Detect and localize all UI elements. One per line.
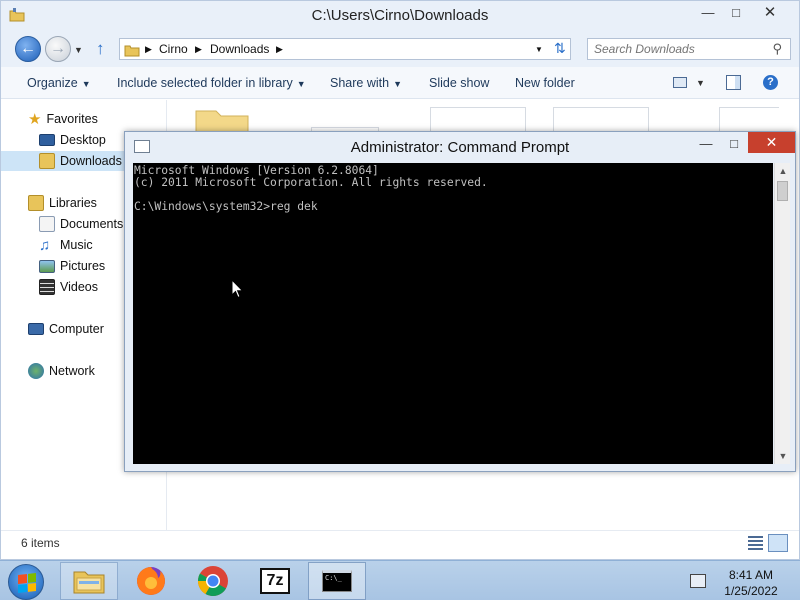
chevron-right-icon: ▶ [145,44,152,54]
chevron-down-icon: ▼ [81,79,91,89]
organize-label: Organize [27,76,78,90]
taskbar-7zip[interactable]: 7z [246,562,304,600]
search-input[interactable] [588,39,768,59]
documents-icon [39,216,55,232]
chevron-right-icon: ▶ [195,44,202,54]
maximize-button[interactable]: □ [721,1,751,23]
status-bar: 6 items [1,530,799,555]
cmd-maximize-button[interactable]: □ [719,132,749,154]
command-prompt-icon: C:\_ [322,570,352,592]
taskbar-chrome[interactable] [184,562,242,600]
folder-thumbnail[interactable] [194,105,250,134]
refresh-icon[interactable]: ⇅ [554,40,566,57]
7zip-icon-label: 7z [266,572,284,589]
computer-icon [28,323,44,335]
start-button[interactable] [8,564,44,600]
address-box[interactable]: ▶ Cirno ▶ Downloads ▶ ▼ ⇅ [119,38,571,60]
nav-downloads-label: Downloads [60,154,122,168]
breadcrumb-downloads[interactable]: Downloads [210,42,269,56]
help-icon[interactable]: ? [763,75,778,90]
include-library-label: Include selected folder in library [117,76,293,90]
nav-videos-label: Videos [60,280,98,294]
folder-icon [124,42,140,61]
breadcrumb-cirno[interactable]: Cirno [159,42,188,56]
taskbar-firefox[interactable] [122,562,180,600]
share-with-menu[interactable]: Share with ▼ [330,76,402,90]
firefox-icon [137,567,165,595]
include-in-library-menu[interactable]: Include selected folder in library ▼ [117,76,306,90]
search-icon[interactable]: ⚲ [772,41,782,57]
search-box[interactable]: ⚲ [587,38,791,60]
window-title: C:\Users\Cirno\Downloads [311,7,489,24]
nav-computer-label: Computer [49,322,104,336]
nav-documents-label: Documents [60,217,124,231]
taskbar-file-explorer[interactable] [60,562,118,600]
forward-button[interactable]: → [45,36,71,62]
console-line: (c) 2011 Microsoft Corporation. All righ… [134,176,488,189]
7zip-icon: 7z [260,568,290,594]
cmd-close-button[interactable]: ✕ [748,132,795,153]
item-count: 6 items [21,536,60,550]
organize-menu[interactable]: Organize ▼ [27,76,91,90]
chevron-down-icon: ▼ [393,79,402,89]
console-output[interactable]: Microsoft Windows [Version 6.2.8064] (c)… [133,163,773,464]
clock-date: 1/25/2022 [724,584,778,598]
libraries-icon [28,195,44,211]
explorer-titlebar[interactable]: C:\Users\Cirno\Downloads — □ ✕ [1,1,799,31]
cmd-minimize-button[interactable]: — [691,132,721,154]
nav-favorites-label: Favorites [46,112,98,126]
console-prompt-line: C:\Windows\system32>reg dek [134,200,318,213]
nav-desktop-label: Desktop [60,133,106,147]
chevron-down-icon[interactable]: ▼ [696,78,705,88]
preview-pane-icon[interactable] [726,75,741,90]
console-scrollbar[interactable]: ▲ ▼ [774,163,790,464]
command-prompt-icon-label: C:\_ [325,574,342,582]
command-bar: Organize ▼ Include selected folder in lib… [1,67,799,99]
clock-time: 8:41 AM [728,568,774,582]
share-with-label: Share with [330,76,390,90]
chrome-icon [197,566,228,597]
videos-icon [39,279,55,295]
scroll-up-icon[interactable]: ▲ [775,163,791,179]
system-clock[interactable]: 8:41 AM 1/25/2022 [716,567,786,599]
minimize-button[interactable]: — [693,1,723,23]
music-icon: ♫ [39,236,51,254]
scrollbar-thumb[interactable] [777,181,788,201]
nav-libraries-label: Libraries [49,196,97,210]
recent-locations-icon[interactable]: ▼ [74,45,83,55]
close-button[interactable]: ✕ [755,1,785,23]
back-button[interactable]: ← [15,36,41,62]
taskbar-command-prompt[interactable]: C:\_ [308,562,366,600]
network-icon [28,363,44,379]
chevron-down-icon[interactable]: ▼ [535,45,543,54]
up-arrow-icon[interactable]: ↑ [96,39,105,59]
taskbar: 7z C:\_ 8:41 AM 1/25/2022 [0,560,800,600]
desktop-icon [39,134,55,146]
star-icon: ★ [28,111,42,128]
chevron-right-icon: ▶ [276,44,283,54]
nav-favorites[interactable]: ★ Favorites [1,109,166,129]
cmd-titlebar[interactable]: Administrator: Command Prompt — □ ✕ [125,132,795,163]
command-prompt-window: Administrator: Command Prompt — □ ✕ Micr… [124,131,796,472]
view-options-icon[interactable] [673,77,687,88]
chevron-down-icon: ▼ [296,79,306,89]
windows-logo-icon [18,573,36,593]
downloads-folder-icon [39,153,55,169]
action-center-icon[interactable] [690,574,706,588]
nav-pictures-label: Pictures [60,259,106,273]
pictures-icon [39,259,55,273]
mouse-cursor-icon [231,279,244,299]
address-bar-row: ← → ▼ ↑ ▶ Cirno ▶ Downloads ▶ ▼ ⇅ ⚲ [1,31,799,67]
new-folder-button[interactable]: New folder [515,76,575,90]
nav-music-label: Music [60,238,93,252]
slide-show-button[interactable]: Slide show [429,76,489,90]
nav-network-label: Network [49,364,95,378]
large-icons-view-icon[interactable] [768,534,788,552]
details-view-icon[interactable] [748,536,763,550]
file-explorer-icon [73,571,105,594]
scroll-down-icon[interactable]: ▼ [775,448,791,464]
